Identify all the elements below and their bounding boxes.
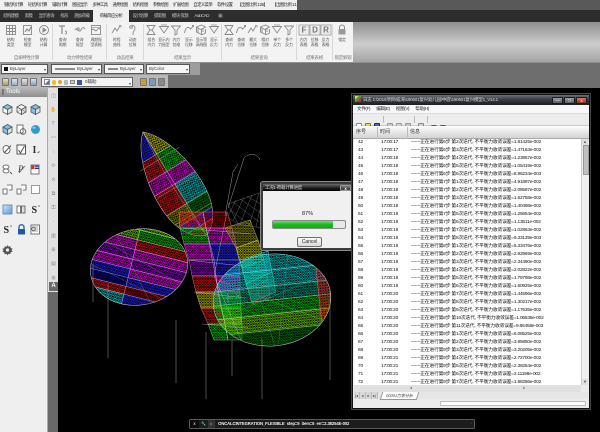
svg-text:S: S: [4, 225, 10, 236]
svg-text:P: P: [17, 164, 24, 174]
svg-text:F: F: [302, 26, 307, 35]
svg-text:R: R: [323, 26, 329, 35]
svg-text:S: S: [32, 205, 38, 216]
svg-text:I: I: [33, 145, 37, 156]
svg-text:D: D: [312, 26, 318, 35]
